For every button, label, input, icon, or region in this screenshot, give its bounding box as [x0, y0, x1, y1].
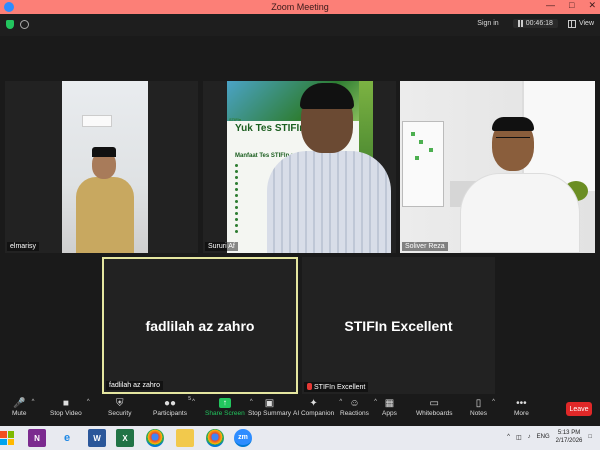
- network-icon[interactable]: ◫: [516, 434, 522, 441]
- language-indicator[interactable]: ENG: [537, 434, 550, 440]
- participant-name-tag: elmarisy: [7, 242, 40, 251]
- tray-expand-icon[interactable]: ^: [507, 434, 510, 440]
- person-body: [460, 173, 580, 253]
- system-tray: ^ ◫ ♪ ENG 5:13 PM 2/17/2026 □: [507, 429, 592, 445]
- chevron-up-icon[interactable]: ^: [87, 399, 90, 405]
- person-body: [76, 177, 134, 253]
- participant-name-tag: fadlilah az zahro: [106, 381, 163, 390]
- apps-grid-icon: ▦: [384, 397, 395, 409]
- ai-sparkle-icon: ✦: [309, 397, 318, 409]
- share-screen-icon: ↑: [218, 396, 231, 410]
- person-hair: [492, 117, 534, 131]
- view-button[interactable]: View: [567, 19, 594, 28]
- chrome-icon[interactable]: [146, 429, 164, 447]
- encryption-shield-icon[interactable]: [6, 20, 14, 29]
- participant-display-name: STIFIn Excellent: [344, 317, 453, 334]
- windows-taskbar: N e W X zm ^ ◫ ♪ ENG 5:13 PM 2/17/2026 □: [0, 426, 600, 450]
- zoom-taskbar-icon[interactable]: zm: [234, 429, 252, 447]
- close-button[interactable]: ✕: [588, 0, 596, 11]
- poster-brand: STIFIn: [229, 117, 242, 122]
- participants-button[interactable]: ●● Participants 5 ^: [153, 396, 195, 417]
- internet-explorer-icon[interactable]: e: [58, 429, 76, 447]
- stop-summary-button[interactable]: ▣ Stop Summary: [248, 396, 291, 418]
- notifications-icon[interactable]: □: [588, 434, 592, 440]
- chevron-up-icon[interactable]: ^: [32, 399, 35, 405]
- notes-button[interactable]: ▯ Notes ^: [470, 396, 495, 418]
- view-label: View: [578, 20, 594, 27]
- security-button[interactable]: ⛨ Security: [108, 396, 131, 418]
- participant-tile-fadlilah-active-speaker[interactable]: fadlilah az zahro fadlilah az zahro: [102, 257, 298, 394]
- participant-display-name: fadlilah az zahro: [145, 317, 255, 334]
- video-stage: elmarisy STIFIn Yuk Tes STIFIn Manfaat T…: [0, 36, 600, 394]
- whiteboard-in-room: [402, 121, 444, 207]
- whiteboard-icon: ▭: [429, 397, 439, 409]
- share-screen-button[interactable]: ↑ Share Screen ^: [205, 396, 253, 417]
- participant-video: [62, 81, 148, 253]
- meeting-info-icon[interactable]: [20, 20, 29, 29]
- timer-text: 00:46:18: [525, 20, 553, 27]
- volume-icon[interactable]: ♪: [528, 434, 531, 440]
- participant-tile-soliver-reza[interactable]: Soliver Reza: [400, 81, 595, 253]
- word-icon[interactable]: W: [88, 429, 106, 447]
- leave-button[interactable]: Leave: [566, 402, 592, 416]
- meeting-toolbar: 🎤 Mute ^ ■ Stop Video ^ ⛨ Security ●● Pa…: [0, 394, 600, 426]
- chrome-icon-2[interactable]: [206, 429, 224, 447]
- participant-name-text: STIFIn Excellent: [314, 384, 366, 391]
- windows-start-icon[interactable]: [0, 431, 14, 445]
- grid-view-icon: [567, 19, 576, 28]
- title-bar: Zoom Meeting — □ ✕: [0, 0, 600, 14]
- apps-button[interactable]: ▦ Apps: [382, 396, 397, 418]
- participant-name-tag: Sururi Af: [205, 242, 238, 251]
- maximize-button[interactable]: □: [569, 0, 574, 11]
- participant-name-tag: STIFIn Excellent: [304, 382, 369, 392]
- participant-tile-stifin-excellent[interactable]: STIFIn Excellent STIFIn Excellent: [302, 257, 495, 394]
- stop-video-button[interactable]: ■ Stop Video ^: [50, 396, 90, 418]
- file-explorer-icon[interactable]: [176, 429, 194, 447]
- sign-in-button[interactable]: Sign in: [473, 19, 502, 28]
- ai-companion-button[interactable]: ✦ AI Companion ^: [293, 396, 342, 418]
- clock-time: 5:13 PM: [557, 430, 581, 436]
- mic-muted-icon: [307, 383, 312, 390]
- poster-title: Yuk Tes STIFIn: [235, 123, 306, 134]
- participants-icon: ●●: [163, 397, 177, 409]
- window-title: Zoom Meeting: [271, 2, 329, 12]
- participant-tile-sururi[interactable]: STIFIn Yuk Tes STIFIn Manfaat Tes STIFIn…: [203, 81, 396, 253]
- meeting-top-bar: Sign in 00:46:18 View: [0, 14, 600, 36]
- taskbar-clock[interactable]: 5:13 PM 2/17/2026: [556, 429, 583, 445]
- recording-pause-icon: [517, 20, 523, 27]
- mute-button[interactable]: 🎤 Mute ^: [12, 396, 34, 418]
- video-camera-icon: ■: [62, 397, 69, 409]
- security-shield-icon: ⛨: [115, 397, 124, 409]
- reactions-smiley-icon: ☺: [349, 397, 360, 409]
- reactions-button[interactable]: ☺ Reactions ^: [340, 396, 377, 418]
- summary-icon: ▣: [264, 397, 275, 409]
- meeting-timer: 00:46:18: [512, 19, 558, 28]
- participant-name-tag: Soliver Reza: [402, 242, 448, 251]
- person-cap: [92, 147, 116, 157]
- participant-tile-elmarisy[interactable]: elmarisy: [5, 81, 198, 253]
- chevron-up-icon[interactable]: ^: [492, 399, 495, 405]
- more-dots-icon: •••: [516, 397, 527, 409]
- clock-date: 2/17/2026: [555, 438, 583, 444]
- person-glasses: [496, 137, 530, 143]
- zoom-app-icon: [4, 2, 14, 12]
- participants-count: 5: [188, 396, 191, 402]
- chevron-up-icon[interactable]: ^: [192, 399, 195, 405]
- more-button[interactable]: ••• More: [514, 396, 529, 418]
- whiteboards-button[interactable]: ▭ Whiteboards: [416, 396, 453, 418]
- person-body: [267, 151, 391, 253]
- microphone-icon: 🎤: [13, 397, 26, 409]
- chevron-up-icon[interactable]: ^: [374, 399, 377, 405]
- excel-icon[interactable]: X: [116, 429, 134, 447]
- notes-icon: ▯: [475, 397, 482, 409]
- onenote-icon[interactable]: N: [28, 429, 46, 447]
- minimize-button[interactable]: —: [546, 0, 555, 11]
- air-conditioner: [82, 115, 112, 127]
